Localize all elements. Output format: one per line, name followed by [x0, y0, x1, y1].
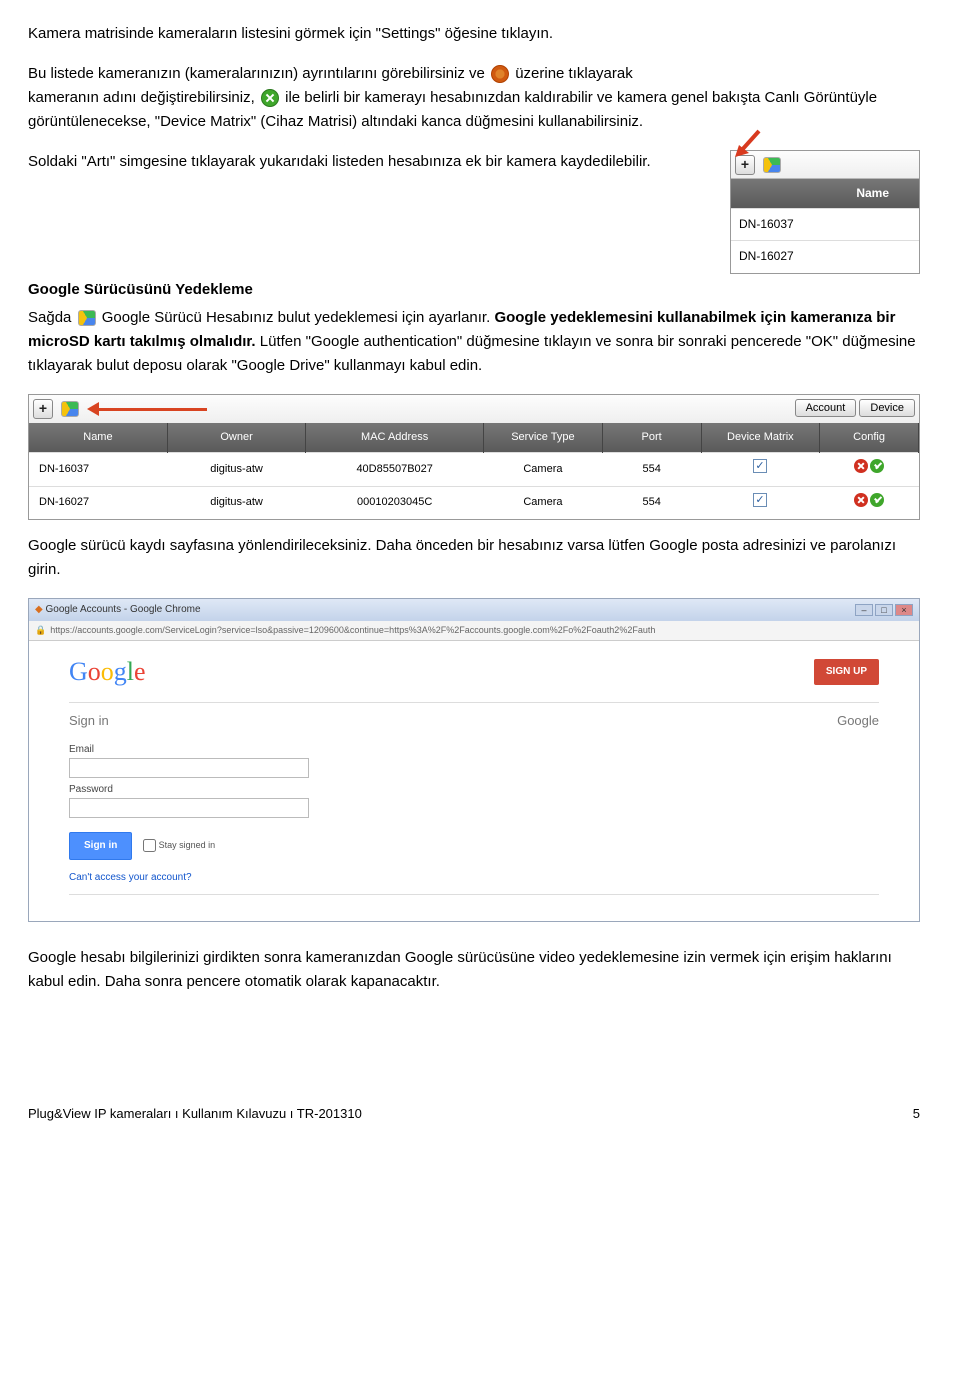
text: Bu listede kameranızın (kameralarınızın)… — [28, 65, 489, 82]
text: Sağda — [28, 309, 76, 326]
col-service: Service Type — [484, 423, 603, 453]
password-label: Password — [69, 784, 113, 795]
google-signin-page: Google SIGN UP Sign in Google Email Pass… — [29, 641, 919, 921]
ok-icon[interactable] — [870, 459, 884, 473]
paragraph-list-details: Bu listede kameranızın (kameralarınızın)… — [28, 62, 920, 134]
stay-signed-in[interactable]: Stay signed in — [143, 840, 215, 850]
google-logo: Google — [69, 651, 146, 693]
cell-matrix — [701, 453, 820, 487]
panel-header-name: Name — [731, 179, 919, 208]
url-text: https://accounts.google.com/ServiceLogin… — [50, 623, 655, 637]
col-config: Config — [820, 423, 919, 453]
paragraph-after-login: Google hesabı bilgilerinizi girdikten so… — [28, 946, 920, 994]
paragraph-redirect: Google sürücü kaydı sayfasına yönlendiri… — [28, 534, 920, 582]
col-matrix: Device Matrix — [701, 423, 820, 453]
delete-icon[interactable] — [854, 459, 868, 473]
google-label: Google — [837, 711, 879, 732]
text: Google Sürücü Hesabınız bulut yedeklemes… — [102, 309, 495, 326]
stay-checkbox[interactable] — [143, 839, 156, 852]
checkbox-icon[interactable] — [753, 493, 767, 507]
divider — [69, 702, 879, 703]
col-owner: Owner — [167, 423, 305, 453]
red-arrow-icon — [729, 127, 765, 163]
device-table-grid: Name Owner MAC Address Service Type Port… — [29, 423, 919, 520]
password-field[interactable] — [69, 798, 309, 818]
cell-service: Camera — [484, 453, 603, 487]
checkbox-icon[interactable] — [753, 459, 767, 473]
drive-icon[interactable] — [763, 157, 781, 173]
red-arrow-icon — [87, 405, 207, 413]
drive-icon — [78, 310, 96, 326]
panel-toolbar: + — [731, 151, 919, 179]
ok-icon[interactable] — [870, 493, 884, 507]
view-icon — [491, 65, 509, 83]
footer-left: Plug&View IP kameraları ı Kullanım Kılav… — [28, 1104, 362, 1125]
cell-config — [820, 453, 919, 487]
signup-button[interactable]: SIGN UP — [814, 659, 879, 685]
window-controls: – □ × — [855, 604, 913, 616]
heading-google-backup: Google Sürücüsünü Yedekleme — [28, 278, 920, 302]
email-field[interactable] — [69, 758, 309, 778]
signin-label: Sign in — [69, 711, 109, 732]
table-row: DN-16037 digitus-atw 40D85507B027 Camera… — [29, 453, 919, 487]
cell-owner: digitus-atw — [167, 486, 305, 519]
panel-row: DN-16037 — [731, 208, 919, 240]
text: kameranın adını değiştirebilirsiniz, — [28, 89, 259, 106]
text: üzerine tıklayarak — [515, 65, 633, 82]
drive-icon[interactable] — [61, 401, 79, 417]
cell-mac: 00010203045C — [306, 486, 484, 519]
email-label: Email — [69, 744, 94, 755]
signin-button[interactable]: Sign in — [69, 832, 132, 860]
col-port: Port — [602, 423, 701, 453]
device-table: + Account Device Name Owner MAC Address … — [28, 394, 920, 521]
chrome-window: ◆ Google Accounts - Google Chrome – □ × … — [28, 598, 920, 922]
toolbar-buttons: Account Device — [795, 400, 915, 418]
add-camera-button[interactable]: + — [33, 399, 53, 419]
cant-access-link[interactable]: Can't access your account? — [69, 870, 879, 886]
cell-port: 554 — [602, 486, 701, 519]
signin-header: Sign in Google — [69, 711, 879, 732]
footer-page-number: 5 — [913, 1104, 920, 1125]
maximize-button[interactable]: □ — [875, 604, 893, 616]
divider — [69, 894, 879, 895]
delete-icon — [261, 89, 279, 107]
col-mac: MAC Address — [306, 423, 484, 453]
table-row: DN-16027 digitus-atw 00010203045C Camera… — [29, 486, 919, 519]
device-toolbar: + Account Device — [29, 395, 919, 423]
cell-name: DN-16037 — [29, 453, 167, 487]
delete-icon[interactable] — [854, 493, 868, 507]
window-title: ◆ Google Accounts - Google Chrome — [35, 602, 201, 618]
paragraph-plus: Soldaki "Artı" simgesine tıklayarak yuka… — [28, 150, 712, 174]
cell-port: 554 — [602, 453, 701, 487]
table-header-row: Name Owner MAC Address Service Type Port… — [29, 423, 919, 453]
lock-icon: 🔒 — [35, 623, 46, 637]
cell-mac: 40D85507B027 — [306, 453, 484, 487]
minimize-button[interactable]: – — [855, 604, 873, 616]
close-button[interactable]: × — [895, 604, 913, 616]
paragraph-settings: Kamera matrisinde kameraların listesini … — [28, 22, 920, 46]
device-button[interactable]: Device — [859, 399, 915, 417]
chrome-titlebar: ◆ Google Accounts - Google Chrome – □ × — [29, 599, 919, 621]
col-name: Name — [29, 423, 167, 453]
cell-matrix — [701, 486, 820, 519]
chrome-urlbar[interactable]: 🔒 https://accounts.google.com/ServiceLog… — [29, 621, 919, 640]
cell-owner: digitus-atw — [167, 453, 305, 487]
camera-panel: + Name DN-16037 DN-16027 — [730, 150, 920, 274]
page-footer: Plug&View IP kameraları ı Kullanım Kılav… — [28, 1104, 920, 1125]
paragraph-google-drive: Sağda Google Sürücü Hesabınız bulut yede… — [28, 306, 920, 378]
account-button[interactable]: Account — [795, 399, 857, 417]
panel-row: DN-16027 — [731, 240, 919, 272]
cell-config — [820, 486, 919, 519]
cell-name: DN-16027 — [29, 486, 167, 519]
cell-service: Camera — [484, 486, 603, 519]
